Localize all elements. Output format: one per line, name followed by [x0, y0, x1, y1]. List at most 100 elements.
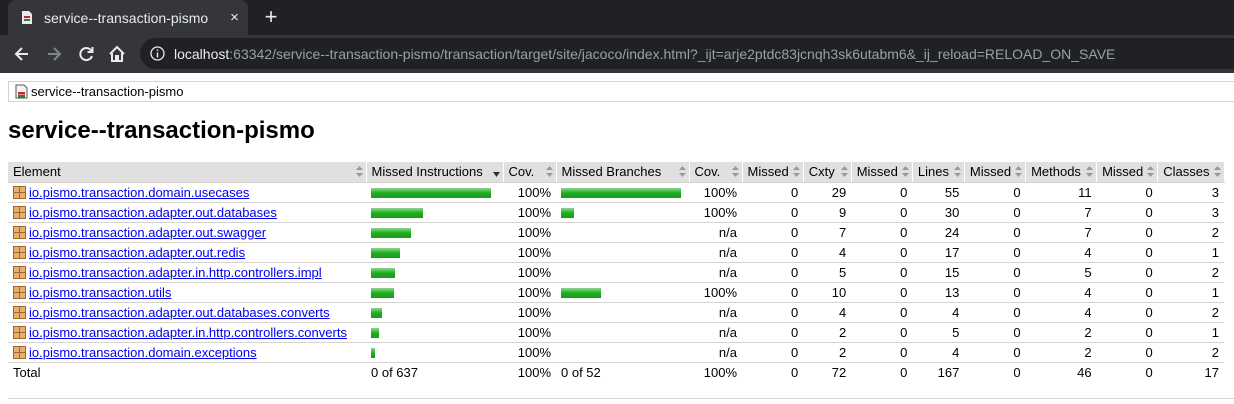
methods: 2 — [1025, 322, 1097, 343]
sort-icon — [840, 166, 848, 177]
cxty: 7 — [803, 222, 852, 243]
methods: 7 — [1025, 202, 1097, 223]
element-cell: io.pismo.transaction.adapter.out.databas… — [8, 302, 366, 323]
missed-lines: 0 — [851, 322, 913, 343]
package-link[interactable]: io.pismo.transaction.adapter.out.databas… — [29, 305, 330, 320]
sort-icon — [545, 166, 553, 177]
browser-tab[interactable]: service--transaction-pismo × — [8, 0, 248, 35]
header-classes[interactable]: Classes — [1157, 162, 1225, 183]
tab-title: service--transaction-pismo — [44, 10, 209, 26]
page-title: service--transaction-pismo — [8, 117, 315, 144]
header-missed-classes[interactable]: Missed — [1096, 162, 1159, 183]
header-missed-instructions[interactable]: Missed Instructions — [366, 162, 504, 183]
methods: 4 — [1025, 242, 1097, 263]
url-text[interactable]: localhost:63342/service--transaction-pis… — [174, 44, 1115, 64]
sort-icon — [792, 166, 800, 177]
header-label: Missed Branches — [561, 164, 662, 180]
package-link[interactable]: io.pismo.transaction.adapter.in.http.con… — [29, 325, 347, 340]
classes: 1 — [1157, 242, 1224, 263]
package-link[interactable]: io.pismo.transaction.utils — [29, 285, 171, 300]
missed-cxty: 0 — [742, 342, 804, 363]
cxty: 10 — [803, 282, 852, 303]
header-lines[interactable]: Lines — [912, 162, 965, 183]
header-label: Missed — [856, 164, 898, 180]
missed-instructions-cell — [366, 242, 503, 263]
lines: 24 — [912, 222, 965, 243]
package-link[interactable]: io.pismo.transaction.adapter.out.redis — [29, 245, 245, 260]
missed-lines: 0 — [851, 302, 913, 323]
total-branch-coverage: 100% — [703, 364, 737, 380]
new-tab-button[interactable]: + — [260, 6, 282, 28]
missed-branches-cell — [556, 342, 689, 363]
methods: 7 — [1025, 222, 1097, 243]
element-cell: io.pismo.transaction.utils — [8, 282, 366, 303]
missed-cxty: 0 — [742, 262, 804, 283]
address-bar[interactable]: localhost:63342/service--transaction-pis… — [140, 38, 1234, 69]
instr-coverage: 100% — [503, 242, 556, 263]
home-icon[interactable] — [107, 44, 127, 64]
missed-branches-cell — [556, 202, 689, 223]
header-instr-coverage[interactable]: Cov. — [503, 162, 557, 183]
back-icon[interactable] — [12, 44, 32, 64]
header-label: Missed — [969, 164, 1012, 180]
header-label: Cov. — [508, 164, 535, 180]
sort-icon — [1213, 166, 1221, 177]
close-tab-icon[interactable]: × — [226, 9, 243, 26]
package-link[interactable]: io.pismo.transaction.adapter.out.swagger — [29, 225, 266, 240]
covered-instructions-bar — [371, 287, 394, 298]
table-header-row: Element Missed Instructions Cov. Missed … — [8, 162, 1225, 183]
missed-lines: 0 — [851, 222, 913, 243]
covered-branches-bar — [561, 187, 681, 198]
sort-icon — [1147, 166, 1155, 177]
header-label: Missed — [1102, 164, 1144, 180]
table-row: io.pismo.transaction.adapter.out.databas… — [8, 302, 1224, 323]
header-label: Missed Instructions — [371, 164, 483, 180]
missed-instructions-cell — [366, 322, 503, 343]
package-icon — [13, 205, 26, 219]
package-link[interactable]: io.pismo.transaction.domain.exceptions — [29, 345, 257, 360]
package-link[interactable]: io.pismo.transaction.domain.usecases — [29, 185, 249, 200]
header-missed-methods[interactable]: Missed — [964, 162, 1027, 183]
package-link[interactable]: io.pismo.transaction.adapter.out.databas… — [29, 205, 277, 220]
header-missed-branches[interactable]: Missed Branches — [556, 162, 690, 183]
missed-branches-cell — [556, 182, 689, 203]
lines: 13 — [912, 282, 965, 303]
missed-methods: 0 — [964, 222, 1026, 243]
reload-icon[interactable] — [76, 44, 96, 64]
covered-instructions-bar — [371, 307, 382, 318]
header-branch-coverage[interactable]: Cov. — [689, 162, 743, 183]
classes: 2 — [1157, 342, 1224, 363]
header-methods[interactable]: Methods — [1025, 162, 1098, 183]
table-row: io.pismo.transaction.domain.exceptions 10… — [8, 342, 1224, 363]
header-cxty[interactable]: Cxty — [803, 162, 852, 183]
sort-icon — [1015, 166, 1023, 177]
missed-classes: 0 — [1096, 222, 1158, 243]
branch-coverage: n/a — [689, 322, 742, 343]
package-icon — [13, 265, 26, 279]
methods: 4 — [1025, 302, 1097, 323]
header-label: Lines — [917, 164, 949, 180]
forward-icon[interactable] — [44, 44, 64, 64]
total-classes: 17 — [1204, 364, 1219, 380]
footer-divider — [8, 398, 1234, 399]
header-missed-cxty[interactable]: Missed — [742, 162, 804, 183]
info-icon[interactable] — [150, 46, 165, 61]
total-methods: 46 — [1077, 364, 1092, 380]
missed-cxty: 0 — [742, 182, 804, 203]
table-row: io.pismo.transaction.utils 100% 100% 0 10 0 13… — [8, 282, 1224, 303]
header-label: Element — [13, 164, 61, 180]
header-missed-lines[interactable]: Missed — [851, 162, 913, 183]
package-icon — [13, 325, 26, 339]
cxty: 2 — [803, 342, 852, 363]
branch-coverage: 100% — [689, 282, 742, 303]
cxty: 29 — [803, 182, 852, 203]
header-label: Classes — [1163, 164, 1210, 180]
missed-branches-cell — [556, 242, 689, 263]
package-link[interactable]: io.pismo.transaction.adapter.in.http.con… — [29, 265, 322, 280]
missed-methods: 0 — [964, 202, 1026, 223]
lines: 15 — [912, 262, 965, 283]
header-element[interactable]: Element — [8, 162, 367, 183]
table-row: io.pismo.transaction.domain.usecases 100%… — [8, 182, 1224, 203]
branch-coverage: n/a — [689, 242, 742, 263]
instr-coverage: 100% — [503, 282, 556, 303]
